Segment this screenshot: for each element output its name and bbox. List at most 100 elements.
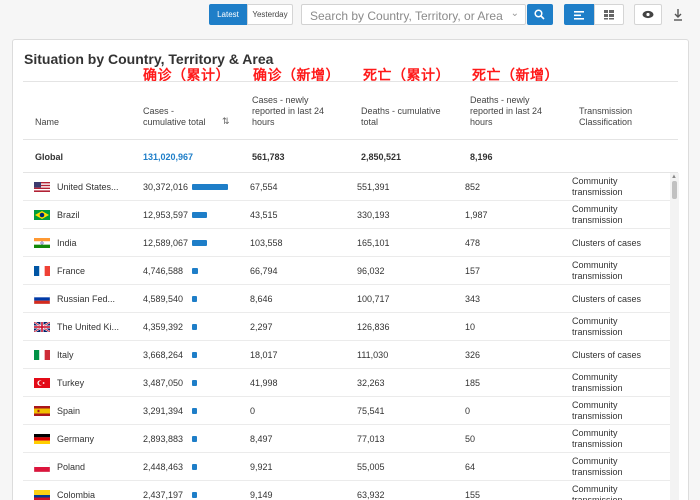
country-table: United States... 30,372,016 67,554 551,391 8… xyxy=(23,173,671,500)
yesterday-button[interactable]: Yesterday xyxy=(247,4,293,25)
latest-button[interactable]: Latest xyxy=(209,4,247,25)
country-name[interactable]: France xyxy=(57,266,121,276)
turkey-flag-icon xyxy=(34,378,50,388)
table-row[interactable]: Spain 3,291,394 0 75,541 0 Community transmis… xyxy=(23,397,671,425)
transmission-classification: Clusters of cases xyxy=(572,294,642,304)
country-name[interactable]: India xyxy=(57,238,121,248)
uk-flag-icon xyxy=(34,322,50,332)
country-name[interactable]: Spain xyxy=(57,406,121,416)
country-name[interactable]: Germany xyxy=(57,434,121,444)
search-placeholder: Search by Country, Territory, or Area xyxy=(310,9,503,23)
table-row[interactable]: Germany 2,893,883 8,497 77,013 50 Community t… xyxy=(23,425,671,453)
col-header-new-deaths[interactable]: Deaths - newly reported in last 24 hours xyxy=(470,95,550,128)
global-deaths: 2,850,521 xyxy=(361,152,402,162)
search-input[interactable]: Search by Country, Territory, or Area ⌄ xyxy=(301,4,526,25)
search-icon xyxy=(534,9,545,20)
germany-flag-icon xyxy=(34,434,50,444)
transmission-classification: Community transmission xyxy=(572,428,623,449)
grid-view-button[interactable] xyxy=(594,4,624,25)
cases-cumulative: 4,359,392 xyxy=(143,322,184,332)
country-name[interactable]: Turkey xyxy=(57,378,121,388)
table-view-button[interactable] xyxy=(564,4,594,25)
grid-view-icon xyxy=(604,10,614,20)
visibility-button[interactable] xyxy=(634,4,662,25)
france-flag-icon xyxy=(34,266,50,276)
header-divider xyxy=(23,81,678,82)
table-row[interactable]: Turkey 3,487,050 41,998 32,263 185 Community … xyxy=(23,369,671,397)
deaths-cumulative: 63,932 xyxy=(357,490,385,500)
transmission-classification: Clusters of cases xyxy=(572,350,642,360)
cases-bar xyxy=(192,436,197,442)
search-button[interactable] xyxy=(527,4,553,25)
deaths-new: 343 xyxy=(465,294,481,304)
cases-cumulative: 12,589,067 xyxy=(143,238,189,248)
deaths-new: 10 xyxy=(465,322,476,332)
deaths-cumulative: 96,032 xyxy=(357,266,385,276)
country-name[interactable]: Italy xyxy=(57,350,121,360)
table-row[interactable]: The United Ki... 4,359,392 2,297 126,836 10 C… xyxy=(23,313,671,341)
deaths-cumulative: 75,541 xyxy=(357,406,385,416)
transmission-classification: Clusters of cases xyxy=(572,238,642,248)
cases-bar xyxy=(192,268,198,274)
overlay-label-deaths-new: 死亡（新增） xyxy=(472,67,559,83)
brazil-flag-icon xyxy=(34,210,50,220)
list-view-icon xyxy=(574,11,584,20)
chevron-down-icon[interactable]: ⌄ xyxy=(511,8,519,19)
table-row[interactable]: Italy 3,668,264 18,017 111,030 326 Clusters o… xyxy=(23,341,671,369)
deaths-new: 852 xyxy=(465,182,481,192)
deaths-new: 185 xyxy=(465,378,481,388)
scroll-thumb[interactable] xyxy=(672,181,677,199)
global-cases: 131,020,967 xyxy=(143,152,194,162)
deaths-new: 157 xyxy=(465,266,481,276)
transmission-classification: Community transmission xyxy=(572,176,623,197)
global-new-cases: 561,783 xyxy=(252,152,285,162)
col-header-cases[interactable]: Cases - cumulative total xyxy=(143,106,213,128)
cases-cumulative: 12,953,597 xyxy=(143,210,189,220)
deaths-new: 1,987 xyxy=(465,210,488,220)
deaths-cumulative: 32,263 xyxy=(357,378,385,388)
global-name: Global xyxy=(35,152,64,162)
cases-cumulative: 30,372,016 xyxy=(143,182,189,192)
table-row[interactable]: Poland 2,448,463 9,921 55,005 64 Community tr… xyxy=(23,453,671,481)
cases-bar xyxy=(192,184,228,190)
spain-flag-icon xyxy=(34,406,50,416)
download-button[interactable] xyxy=(671,7,685,23)
global-new-deaths: 8,196 xyxy=(470,152,493,162)
eye-icon xyxy=(642,10,654,19)
cases-cumulative: 3,487,050 xyxy=(143,378,184,388)
overlay-label-deaths-cumulative: 死亡（累计） xyxy=(363,67,450,83)
country-name[interactable]: Colombia xyxy=(57,490,121,500)
overlay-label-cases-cumulative: 确诊（累计） xyxy=(143,67,230,83)
table-row[interactable]: India 12,589,067 103,558 165,101 478 Clusters… xyxy=(23,229,671,257)
cases-bar xyxy=(192,240,207,246)
table-row[interactable]: United States... 30,372,016 67,554 551,391 8… xyxy=(23,173,671,201)
cases-new: 66,794 xyxy=(250,266,278,276)
col-header-name[interactable]: Name xyxy=(35,117,59,128)
cases-new: 0 xyxy=(250,406,256,416)
cases-bar xyxy=(192,464,197,470)
scrollbar[interactable]: ▲ xyxy=(670,173,679,500)
table-row[interactable]: Brazil 12,953,597 43,515 330,193 1,987 Commun… xyxy=(23,201,671,229)
deaths-cumulative: 111,030 xyxy=(357,350,389,360)
country-name[interactable]: Russian Fed... xyxy=(57,294,121,304)
table-row[interactable]: Colombia 2,437,197 9,149 63,932 155 Community… xyxy=(23,481,671,500)
country-name[interactable]: Brazil xyxy=(57,210,121,220)
cases-cumulative: 3,668,264 xyxy=(143,350,184,360)
country-name[interactable]: United States... xyxy=(57,182,121,192)
table-row[interactable]: Russian Fed... 4,589,540 8,646 100,717 343 Cl… xyxy=(23,285,671,313)
country-name[interactable]: Poland xyxy=(57,462,121,472)
deaths-cumulative: 330,193 xyxy=(357,210,390,220)
cases-cumulative: 4,589,540 xyxy=(143,294,184,304)
col-header-deaths[interactable]: Deaths - cumulative total xyxy=(361,106,446,128)
scroll-up-icon[interactable]: ▲ xyxy=(671,174,677,180)
transmission-classification: Community transmission xyxy=(572,204,623,225)
country-name[interactable]: The United Ki... xyxy=(57,322,121,332)
transmission-classification: Community transmission xyxy=(572,484,623,500)
table-row[interactable]: France 4,746,588 66,794 96,032 157 Community … xyxy=(23,257,671,285)
cases-bar xyxy=(192,212,207,218)
sort-icon[interactable]: ⇅ xyxy=(222,116,230,127)
transmission-classification: Community transmission xyxy=(572,372,623,393)
col-header-transmission[interactable]: Transmission Classification xyxy=(579,106,649,128)
date-toggle: Latest Yesterday xyxy=(209,4,293,25)
col-header-new-cases[interactable]: Cases - newly reported in last 24 hours xyxy=(252,95,332,128)
